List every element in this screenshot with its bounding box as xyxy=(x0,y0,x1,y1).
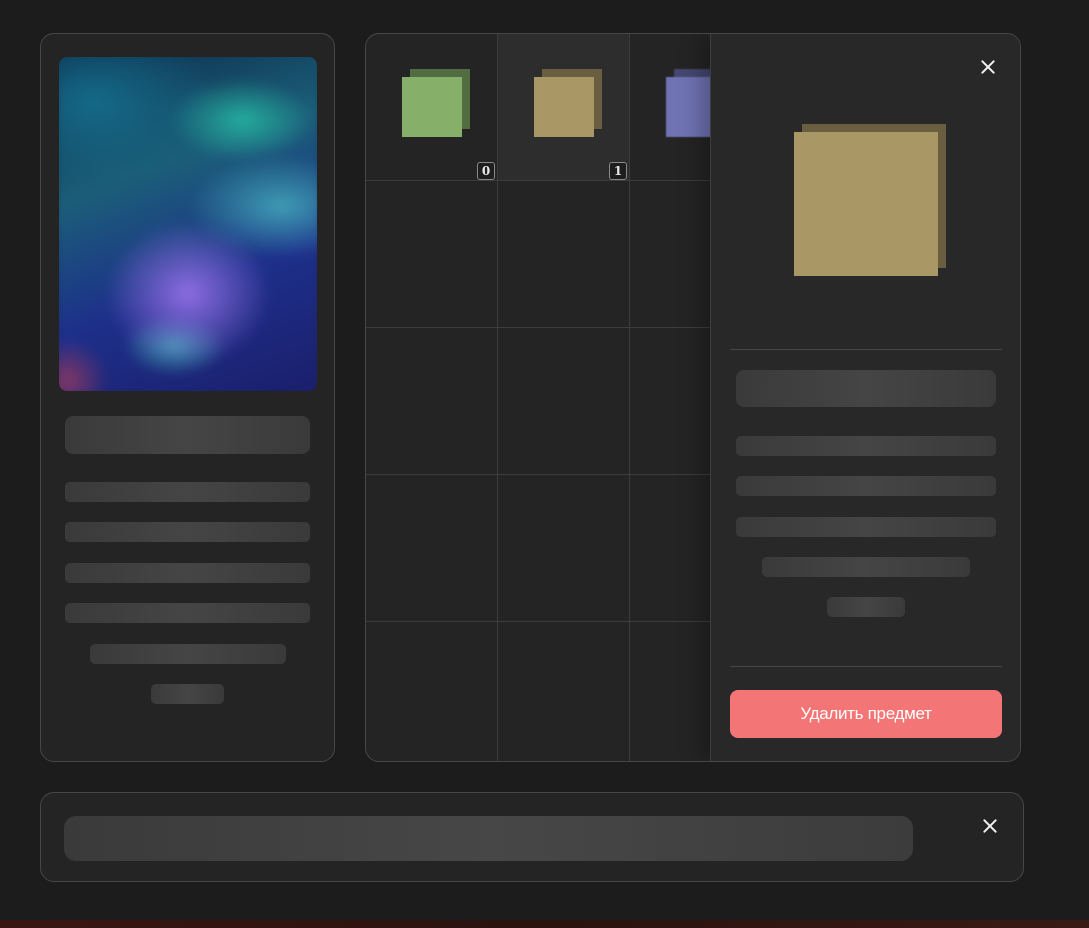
profile-title-placeholder xyxy=(65,416,310,454)
profile-text-line-placeholder xyxy=(65,522,310,542)
profile-cover-image xyxy=(59,57,317,391)
detail-divider xyxy=(730,349,1002,350)
close-icon[interactable] xyxy=(977,56,999,78)
detail-divider xyxy=(730,666,1002,667)
inventory-slot[interactable] xyxy=(366,475,498,622)
item-text-line-placeholder xyxy=(736,476,996,496)
search-input[interactable] xyxy=(64,816,913,861)
input-panel xyxy=(40,792,1024,882)
inventory-slot[interactable] xyxy=(366,181,498,328)
item-quantity-badge: 0 xyxy=(477,162,495,180)
profile-text-line-placeholder xyxy=(151,684,224,704)
inventory-panel: 01 Удалить предмет xyxy=(365,33,1021,762)
inventory-slot[interactable] xyxy=(366,622,498,761)
item-text-line-placeholder xyxy=(827,597,905,617)
profile-text-line-placeholder xyxy=(65,563,310,583)
profile-text-line-placeholder xyxy=(90,644,286,664)
profile-card xyxy=(40,33,335,762)
delete-item-button[interactable]: Удалить предмет xyxy=(730,690,1002,738)
item-quantity-badge: 1 xyxy=(609,162,627,180)
inventory-slot[interactable] xyxy=(498,328,630,475)
bottom-strip xyxy=(0,920,1089,928)
close-icon[interactable] xyxy=(979,815,1001,837)
inventory-slot[interactable] xyxy=(498,622,630,761)
inventory-slot[interactable] xyxy=(498,181,630,328)
item-text-line-placeholder xyxy=(736,436,996,456)
item-text-line-placeholder xyxy=(762,557,970,577)
item-tile[interactable] xyxy=(402,69,470,137)
inventory-slot[interactable] xyxy=(498,475,630,622)
item-tile[interactable] xyxy=(534,69,602,137)
inventory-grid: 01 xyxy=(366,34,762,761)
item-title-placeholder xyxy=(736,370,996,407)
item-detail-panel: Удалить предмет xyxy=(710,34,1020,761)
selected-item-preview xyxy=(794,124,946,276)
item-text-line-placeholder xyxy=(736,517,996,537)
inventory-slot[interactable] xyxy=(366,328,498,475)
inventory-slot[interactable]: 0 xyxy=(366,34,498,181)
profile-text-line-placeholder xyxy=(65,603,310,623)
profile-text-line-placeholder xyxy=(65,482,310,502)
inventory-slot[interactable]: 1 xyxy=(498,34,630,181)
